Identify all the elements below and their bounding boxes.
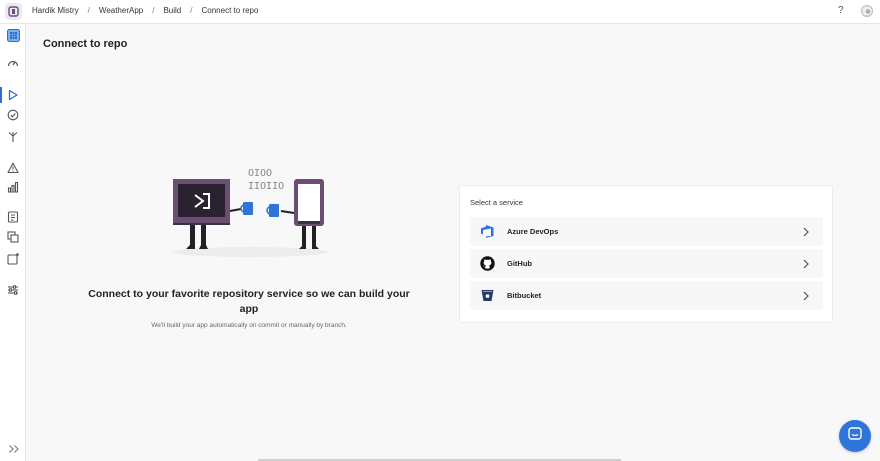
avatar[interactable] <box>861 5 873 17</box>
breadcrumb-section[interactable]: Build <box>163 6 181 15</box>
push-icon[interactable] <box>6 210 20 224</box>
analytics-bars-icon[interactable] <box>6 180 20 194</box>
active-indicator <box>0 87 2 103</box>
top-bar: Hardik Mistry / WeatherApp / Build / Con… <box>0 0 880 24</box>
connect-headline: Connect to your favorite repository serv… <box>88 288 410 315</box>
chat-button[interactable] <box>839 420 871 452</box>
settings-sliders-icon[interactable] <box>6 283 20 297</box>
help-icon[interactable]: ? <box>838 5 844 16</box>
breadcrumb-separator: / <box>190 6 193 15</box>
svg-text:OIOO: OIOO <box>248 168 272 179</box>
chevron-right-icon <box>800 290 811 301</box>
app-center-logo-icon[interactable] <box>5 3 22 20</box>
select-service-label: Select a service <box>470 198 523 207</box>
test-check-icon[interactable] <box>6 108 20 122</box>
service-name: Azure DevOps <box>507 227 559 236</box>
breadcrumb-app[interactable]: WeatherApp <box>99 6 143 15</box>
auth-icon[interactable] <box>6 252 20 266</box>
chat-icon <box>848 426 862 446</box>
distribute-icon[interactable] <box>6 130 20 144</box>
connect-subline: We'll build your app automatically on co… <box>151 322 347 329</box>
chevron-right-icon <box>800 258 811 269</box>
github-icon <box>480 256 495 271</box>
chevron-right-icon <box>800 226 811 237</box>
connect-illustration: OIOO IIOIIO <box>165 163 335 258</box>
service-azure-devops[interactable]: Azure DevOps <box>470 217 823 246</box>
service-name: GitHub <box>507 259 532 268</box>
service-github[interactable]: GitHub <box>470 249 823 278</box>
apps-grid-icon[interactable] <box>6 28 20 42</box>
breadcrumb: Hardik Mistry / WeatherApp / Build / Con… <box>32 6 258 15</box>
bitbucket-icon <box>480 288 495 303</box>
build-play-icon[interactable] <box>6 88 20 102</box>
service-bitbucket[interactable]: Bitbucket <box>470 281 823 310</box>
service-panel: Select a service Azure DevOps GitHub Bit… <box>459 185 833 323</box>
page-title: Connect to repo <box>43 38 128 50</box>
breadcrumb-current: Connect to repo <box>201 6 259 15</box>
breadcrumb-separator: / <box>152 6 155 15</box>
breadcrumb-separator: / <box>87 6 90 15</box>
diagnostics-warning-icon[interactable] <box>6 161 20 175</box>
expand-sidebar-icon[interactable] <box>8 441 20 453</box>
svg-text:IIOIIO: IIOIIO <box>248 181 284 192</box>
data-icon[interactable] <box>6 230 20 244</box>
service-name: Bitbucket <box>507 291 542 300</box>
dashboard-gauge-icon[interactable] <box>6 56 20 70</box>
breadcrumb-user[interactable]: Hardik Mistry <box>32 6 79 15</box>
sidebar <box>0 24 26 461</box>
azure-devops-icon <box>480 224 495 239</box>
